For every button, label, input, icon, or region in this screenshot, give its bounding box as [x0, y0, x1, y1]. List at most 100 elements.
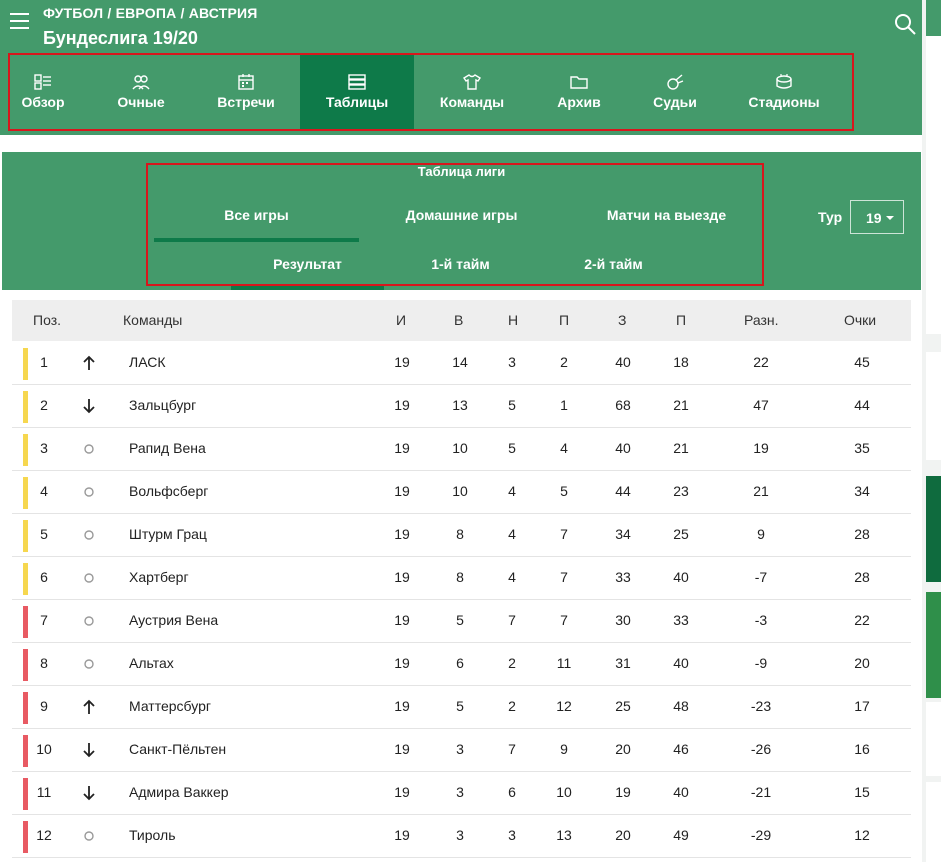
table-row[interactable]: 10 Санкт-Пёльтен 19 3 7 9 20 46 -26 16 [12, 728, 911, 772]
col-won[interactable]: В [454, 312, 463, 328]
cell-points: 44 [854, 397, 870, 413]
cell-goal-diff: 22 [753, 354, 769, 370]
table-row[interactable]: 8 Альтах 19 6 2 11 31 40 -9 20 [12, 642, 911, 686]
tab-first-half[interactable]: 1-й тайм [384, 256, 537, 272]
tab-label: Архив [557, 94, 601, 110]
tab-stadiums[interactable]: Стадионы [744, 55, 824, 130]
cell-points: 45 [854, 354, 870, 370]
cell-position: 7 [40, 612, 48, 628]
arrow-down-icon [83, 786, 95, 801]
tab-archive[interactable]: Архив [546, 55, 612, 130]
cell-played: 19 [394, 698, 410, 714]
table-row[interactable]: 6 Хартберг 19 8 4 7 33 40 -7 28 [12, 556, 911, 600]
col-goals-for[interactable]: З [618, 312, 626, 328]
tab-second-half[interactable]: 2-й тайм [537, 256, 690, 272]
col-position[interactable]: Поз. [33, 312, 61, 328]
cell-drawn: 4 [508, 569, 516, 585]
right-sidebar [922, 0, 941, 862]
cell-team[interactable]: Маттерсбург [129, 698, 211, 714]
col-goals-against[interactable]: П [676, 312, 686, 328]
col-lost[interactable]: П [559, 312, 569, 328]
overview-icon [34, 74, 51, 90]
cell-team[interactable]: Тироль [129, 827, 175, 843]
cell-drawn: 7 [508, 741, 516, 757]
cell-drawn: 5 [508, 397, 516, 413]
cell-goals-against: 46 [673, 741, 689, 757]
cell-goals-for: 68 [615, 397, 631, 413]
table-row[interactable]: 12 Тироль 19 3 3 13 20 49 -29 12 [12, 814, 911, 858]
cell-team[interactable]: Штурм Грац [129, 526, 207, 542]
tab-h2h[interactable]: Очные [106, 55, 176, 130]
tab-overview[interactable]: Обзор [10, 55, 76, 130]
cell-played: 19 [394, 655, 410, 671]
table-header: Поз. Команды И В Н П З П Разн. Очки [12, 300, 911, 341]
cell-goals-for: 40 [615, 354, 631, 370]
no-change-icon [84, 530, 94, 540]
main-tabs: Обзор Очные Встречи Таблицы Команды Архи… [10, 55, 852, 130]
cell-won: 8 [456, 526, 464, 542]
cell-lost: 11 [556, 655, 572, 671]
col-goal-diff[interactable]: Разн. [744, 312, 779, 328]
cell-drawn: 5 [508, 440, 516, 456]
tab-all-games[interactable]: Все игры [154, 207, 359, 223]
cell-goals-against: 23 [673, 483, 689, 499]
cell-team[interactable]: Санкт-Пёльтен [129, 741, 226, 757]
cell-position: 11 [36, 784, 52, 800]
table-row[interactable]: 4 Вольфсберг 19 10 4 5 44 23 21 34 [12, 470, 911, 514]
tab-result[interactable]: Результат [231, 256, 384, 272]
cell-position: 3 [40, 440, 48, 456]
tour-value: 19 [866, 210, 882, 226]
cell-team[interactable]: Рапид Вена [129, 440, 206, 456]
table-row[interactable]: 2 Зальцбург 19 13 5 1 68 21 47 44 [12, 384, 911, 428]
shirt-icon [463, 74, 481, 90]
tab-home-games[interactable]: Домашние игры [359, 207, 564, 223]
col-points[interactable]: Очки [844, 312, 876, 328]
tab-label: Встречи [217, 94, 275, 110]
table-row[interactable]: 9 Маттерсбург 19 5 2 12 25 48 -23 17 [12, 685, 911, 729]
tab-matches[interactable]: Встречи [206, 55, 286, 130]
table-row[interactable]: 3 Рапид Вена 19 10 5 4 40 21 19 35 [12, 427, 911, 471]
cell-team[interactable]: Зальцбург [129, 397, 196, 413]
cell-points: 28 [854, 569, 870, 585]
cell-goal-diff: -23 [750, 698, 772, 714]
search-icon[interactable] [894, 13, 916, 35]
menu-icon[interactable] [10, 13, 29, 29]
cell-team[interactable]: Вольфсберг [129, 483, 208, 499]
col-team[interactable]: Команды [123, 312, 182, 328]
table-row[interactable]: 11 Адмира Ваккер 19 3 6 10 19 40 -21 15 [12, 771, 911, 815]
table-row[interactable]: 7 Аустрия Вена 19 5 7 7 30 33 -3 22 [12, 599, 911, 643]
col-drawn[interactable]: Н [508, 312, 518, 328]
tab-label: Судьи [653, 94, 697, 110]
table-row[interactable]: 5 Штурм Грац 19 8 4 7 34 25 9 28 [12, 513, 911, 557]
cell-goals-for: 20 [615, 827, 631, 843]
breadcrumb[interactable]: ФУТБОЛ / ЕВРОПА / АВСТРИЯ [43, 5, 258, 21]
cell-won: 3 [456, 827, 464, 843]
cell-team[interactable]: Адмира Ваккер [129, 784, 229, 800]
tab-away-games[interactable]: Матчи на выезде [564, 207, 769, 223]
cell-goals-for: 34 [615, 526, 631, 542]
cell-team[interactable]: Альтах [129, 655, 174, 671]
cell-goals-for: 20 [615, 741, 631, 757]
tab-tables[interactable]: Таблицы [300, 55, 414, 130]
col-played[interactable]: И [396, 312, 406, 328]
tab-label: Команды [439, 94, 505, 110]
cell-lost: 7 [560, 612, 568, 628]
cell-position: 8 [40, 655, 48, 671]
cell-drawn: 4 [508, 483, 516, 499]
cell-played: 19 [394, 483, 410, 499]
cell-team[interactable]: ЛАСК [129, 354, 165, 370]
cell-team[interactable]: Хартберг [129, 569, 189, 585]
cell-won: 5 [456, 612, 464, 628]
tab-referees[interactable]: Судьи [640, 55, 710, 130]
cell-team[interactable]: Аустрия Вена [129, 612, 218, 628]
tab-teams[interactable]: Команды [434, 55, 510, 130]
cell-drawn: 3 [508, 354, 516, 370]
cell-goals-for: 40 [615, 440, 631, 456]
cell-drawn: 6 [508, 784, 516, 800]
cell-position: 4 [40, 483, 48, 499]
calendar-icon [238, 74, 254, 90]
cell-goal-diff: -29 [750, 827, 772, 843]
cell-goal-diff: 19 [753, 440, 769, 456]
tour-select[interactable]: 19 [850, 200, 904, 234]
table-row[interactable]: 1 ЛАСК 19 14 3 2 40 18 22 45 [12, 341, 911, 385]
